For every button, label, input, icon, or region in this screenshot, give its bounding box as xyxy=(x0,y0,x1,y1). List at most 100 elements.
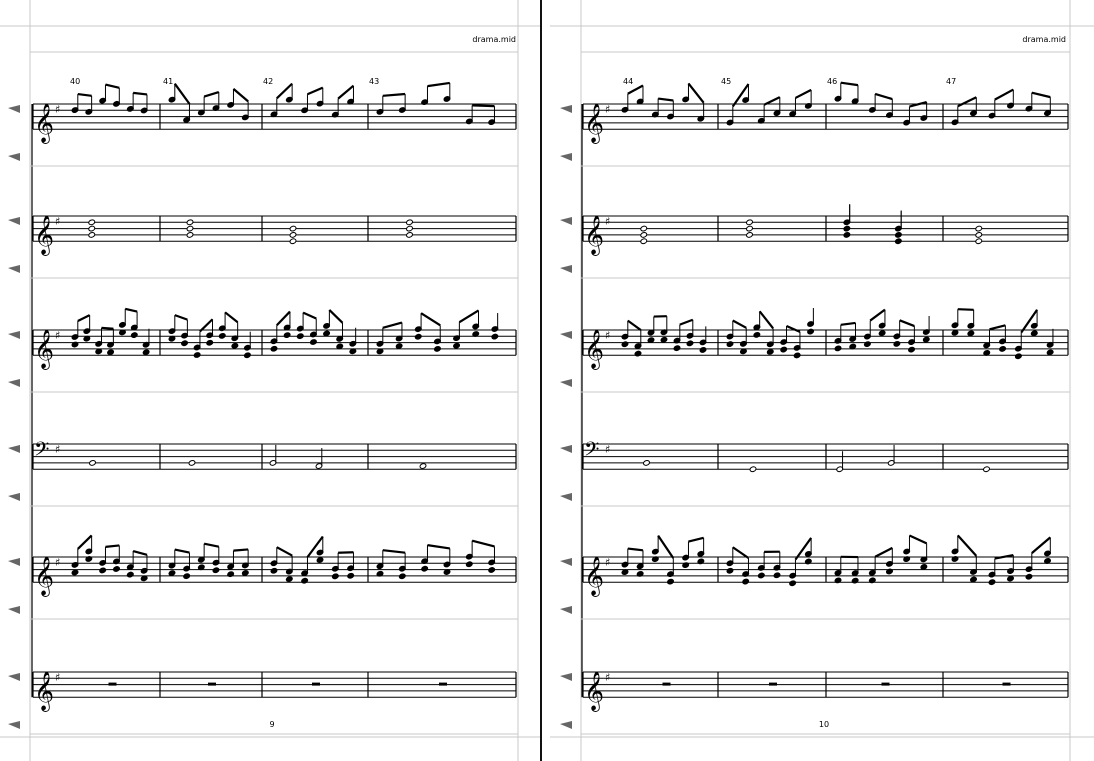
note-head xyxy=(982,466,991,473)
note-head xyxy=(193,352,201,358)
beam xyxy=(758,310,774,329)
page-number: 10 xyxy=(819,720,829,729)
note-head xyxy=(88,225,96,232)
note-head xyxy=(241,570,249,576)
beam xyxy=(869,308,886,322)
triangle-marker-icon[interactable] xyxy=(560,558,572,566)
note-head xyxy=(660,336,668,343)
beam xyxy=(786,324,801,333)
note-head xyxy=(673,345,681,352)
note-head xyxy=(88,219,96,226)
triangle-marker-icon[interactable] xyxy=(8,217,20,225)
beam xyxy=(203,91,220,98)
triangle-marker-icon[interactable] xyxy=(560,721,572,729)
beam xyxy=(328,309,344,324)
triangle-marker-icon[interactable] xyxy=(8,445,20,453)
beam xyxy=(77,92,92,97)
sharp-icon: ♯ xyxy=(605,329,610,342)
beam xyxy=(174,314,188,321)
note-head xyxy=(270,567,278,574)
note-head xyxy=(922,336,930,343)
treble-clef-icon: 𝄞 xyxy=(34,215,54,256)
note-head xyxy=(323,330,331,337)
note-head xyxy=(999,345,1007,352)
note-head xyxy=(863,341,871,348)
triangle-marker-icon[interactable] xyxy=(560,673,572,681)
treble-clef-icon: 𝄞 xyxy=(34,103,54,144)
triangle-marker-icon[interactable] xyxy=(560,445,572,453)
triangle-marker-icon[interactable] xyxy=(8,673,20,681)
note-head xyxy=(666,578,675,585)
note-head xyxy=(789,580,797,587)
triangle-marker-icon[interactable] xyxy=(8,493,20,501)
note-head xyxy=(405,219,414,226)
file-name: drama.mid xyxy=(472,35,516,44)
treble-clef-icon: 𝄞 xyxy=(34,671,54,712)
beam xyxy=(1020,309,1038,334)
beam xyxy=(105,83,120,89)
triangle-marker-icon[interactable] xyxy=(8,153,20,161)
note-head xyxy=(621,341,629,348)
bass-clef-icon: 𝄢 xyxy=(34,438,49,466)
triangle-marker-icon[interactable] xyxy=(560,217,572,225)
beam xyxy=(233,548,249,552)
measure-number: 41 xyxy=(163,77,173,86)
beam xyxy=(472,104,495,108)
measure-number: 44 xyxy=(623,77,633,86)
note-head xyxy=(289,238,297,245)
note-head xyxy=(231,342,239,349)
file-name: drama.mid xyxy=(1022,35,1066,44)
measure-number: 40 xyxy=(70,77,80,86)
note-head xyxy=(988,579,996,586)
triangle-marker-icon[interactable] xyxy=(8,558,20,566)
note-head xyxy=(289,231,297,238)
beam xyxy=(174,548,190,554)
beam xyxy=(471,539,495,548)
note-head xyxy=(183,573,191,580)
note-head xyxy=(843,231,851,238)
beam xyxy=(427,544,450,550)
triangle-marker-icon[interactable] xyxy=(560,493,572,501)
triangle-marker-icon[interactable] xyxy=(560,606,572,614)
note-head xyxy=(893,340,901,347)
note-head xyxy=(878,330,886,337)
triangle-marker-icon[interactable] xyxy=(560,105,572,113)
note-head xyxy=(975,238,983,245)
triangle-marker-icon[interactable] xyxy=(560,153,572,161)
triangle-marker-icon[interactable] xyxy=(8,606,20,614)
triangle-marker-icon[interactable] xyxy=(560,265,572,273)
beam xyxy=(687,82,705,104)
triangle-marker-icon[interactable] xyxy=(8,379,20,387)
triangle-marker-icon[interactable] xyxy=(8,105,20,113)
beam xyxy=(420,312,441,327)
triangle-marker-icon[interactable] xyxy=(560,379,572,387)
sharp-icon: ♯ xyxy=(605,103,610,116)
sharp-icon: ♯ xyxy=(605,556,610,569)
treble-clef-icon: 𝄞 xyxy=(34,329,54,370)
triangle-marker-icon[interactable] xyxy=(560,331,572,339)
beam xyxy=(679,318,694,326)
triangle-marker-icon[interactable] xyxy=(8,265,20,273)
note-head xyxy=(71,569,79,576)
beam xyxy=(338,551,354,554)
note-head xyxy=(433,346,441,352)
beam xyxy=(337,84,355,100)
note-head xyxy=(1014,353,1022,360)
note-head xyxy=(88,231,96,238)
beam xyxy=(874,546,893,558)
triangle-marker-icon[interactable] xyxy=(8,721,20,729)
note-head xyxy=(686,340,694,347)
triangle-marker-icon[interactable] xyxy=(8,331,20,339)
rest xyxy=(881,682,890,686)
note-head xyxy=(745,231,754,238)
beam xyxy=(133,91,148,96)
beam xyxy=(382,321,403,329)
treble-clef-icon: 𝄞 xyxy=(34,556,54,597)
note-head xyxy=(1030,330,1038,337)
beam xyxy=(203,542,220,548)
page-divider xyxy=(540,0,542,761)
score-page-9: drama.mid 9 40 41 42 43 𝄞 ♯ 𝄞 ♯ 𝄞 ♯ 𝄢 ♯ 𝄞 ♯ 𝄞 ♯ xyxy=(0,0,540,761)
beam xyxy=(224,311,239,324)
beam xyxy=(688,536,704,543)
sharp-icon: ♯ xyxy=(55,103,60,116)
